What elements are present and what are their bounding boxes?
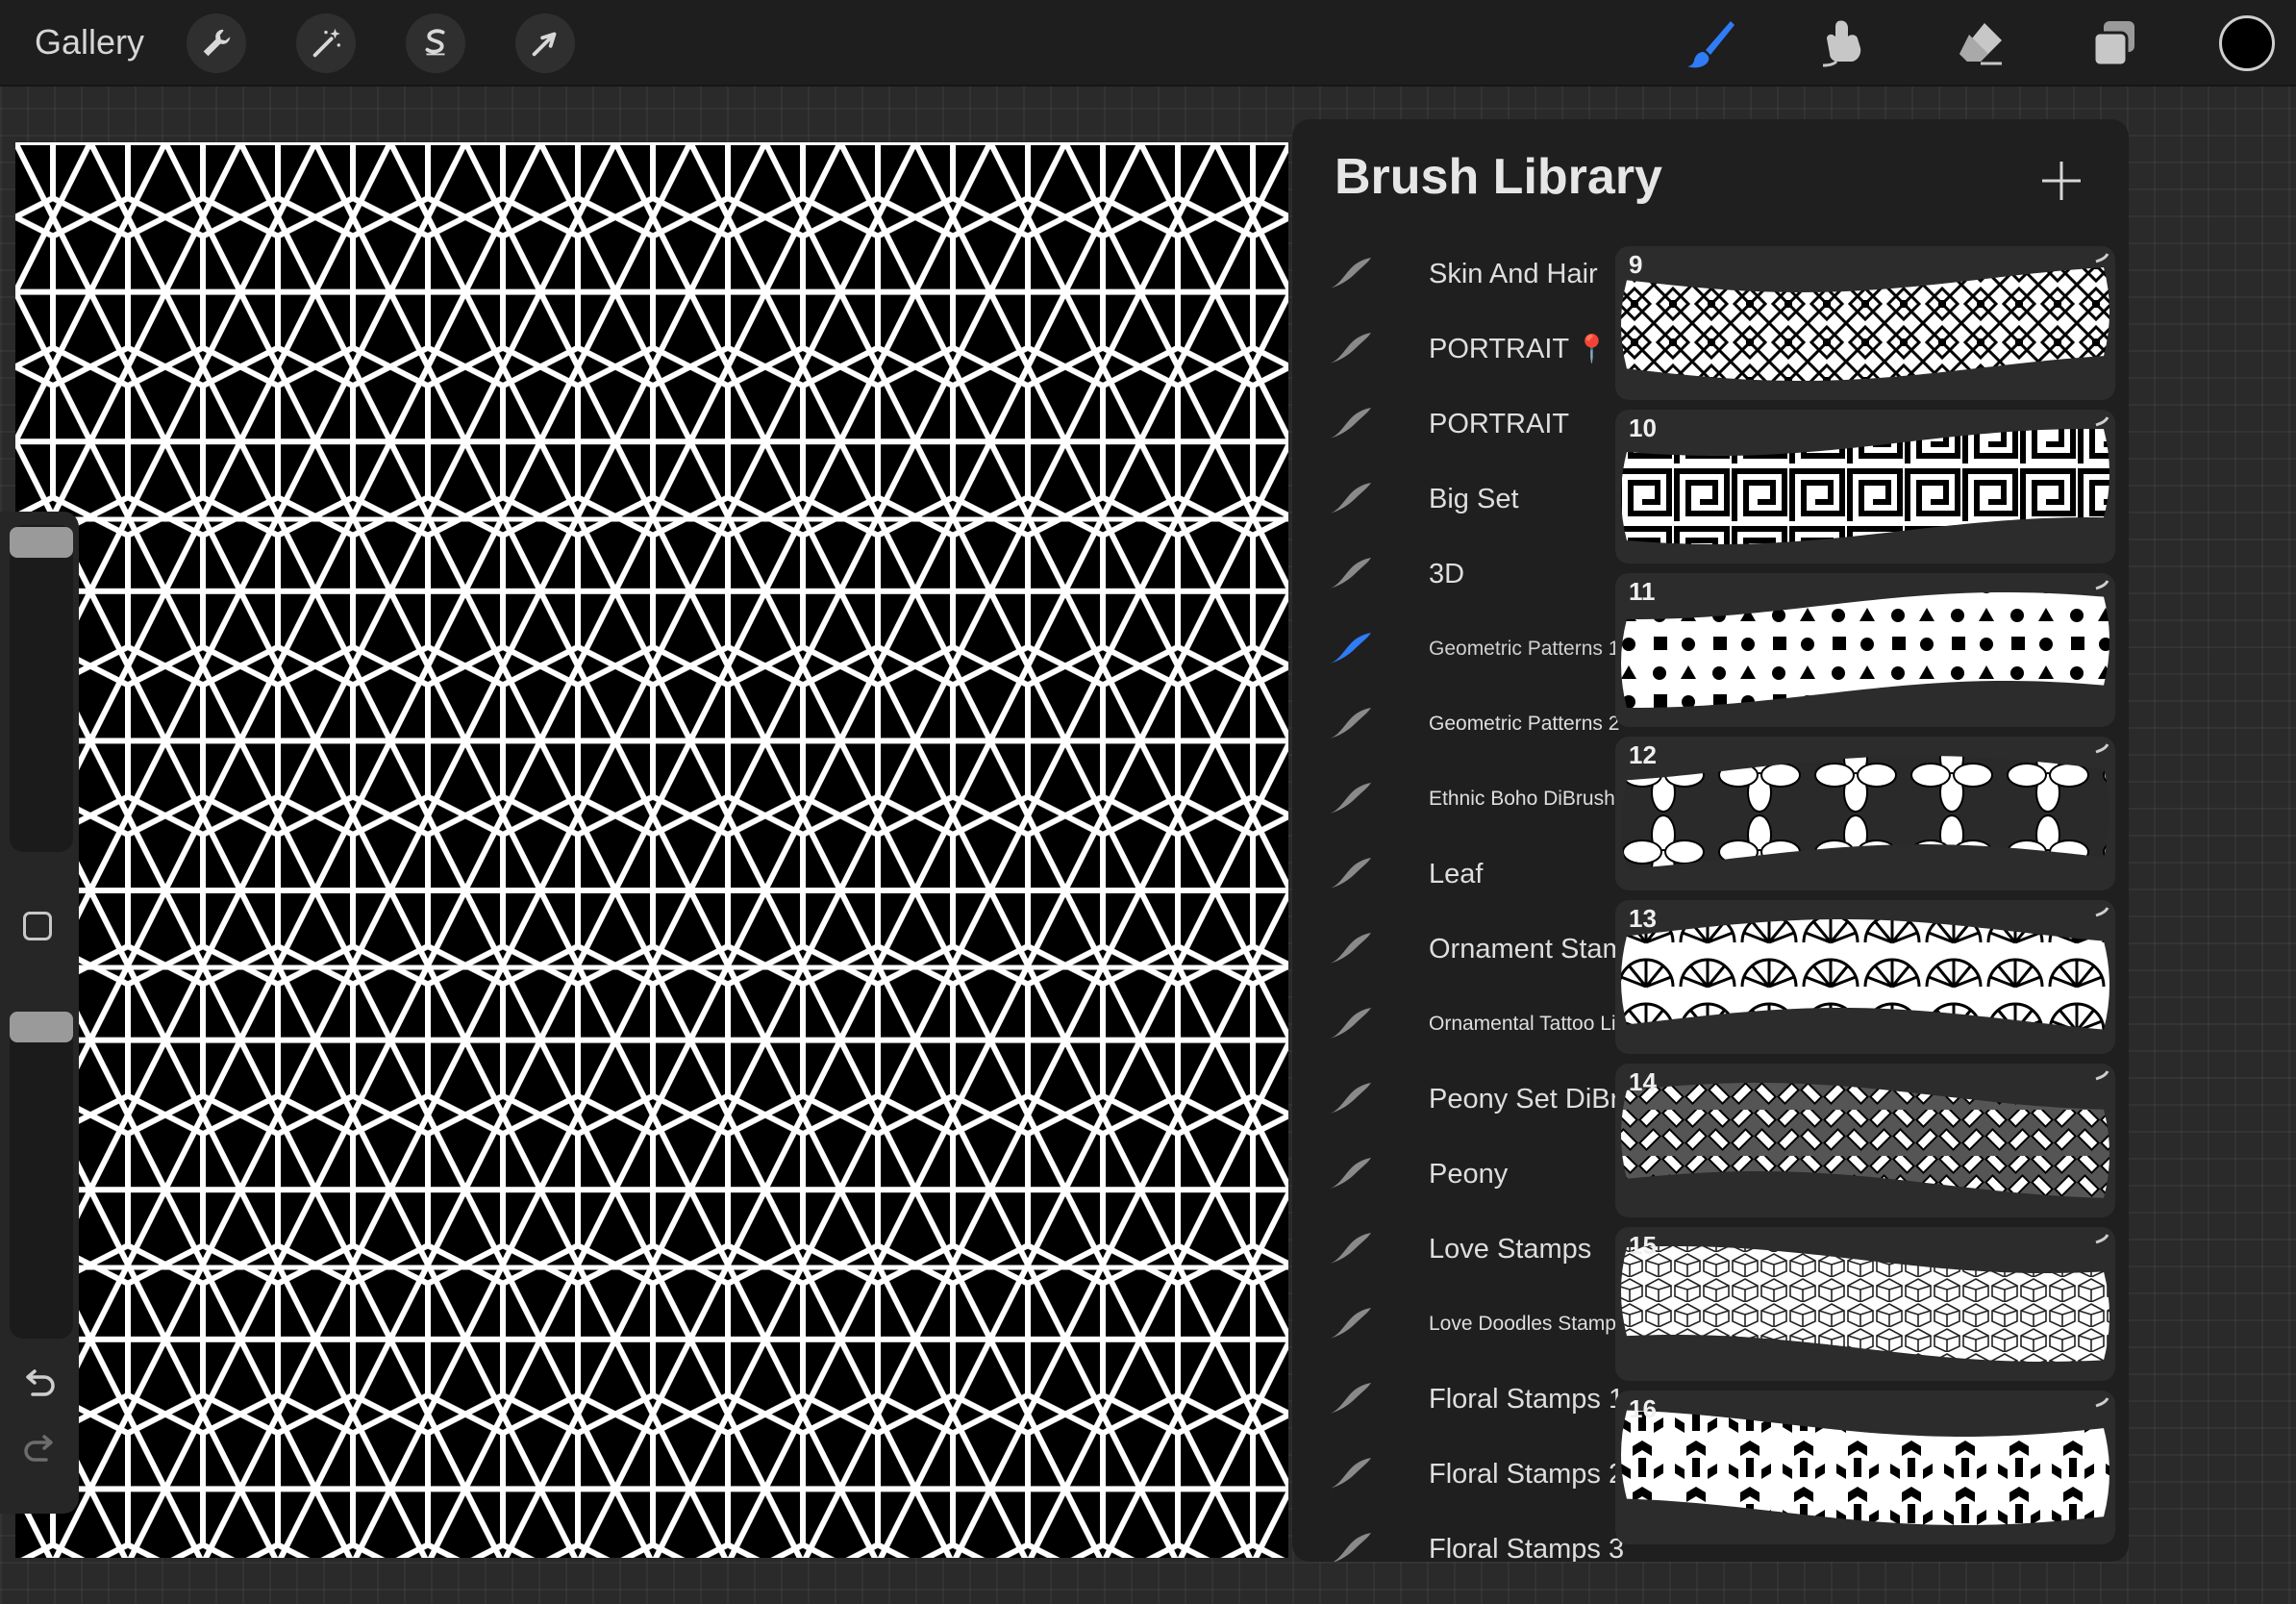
transform-button[interactable] — [515, 13, 575, 73]
gallery-button[interactable]: Gallery — [35, 17, 144, 67]
brush-preview-card[interactable]: 13 — [1615, 900, 2115, 1054]
brush-number: 9 — [1629, 250, 1643, 279]
brush-stroke-icon — [1329, 1083, 1371, 1114]
geometric-pattern-artwork — [15, 142, 1288, 1558]
top-toolbar: Gallery — [0, 0, 2296, 87]
transform-arrow-icon — [532, 32, 557, 57]
brush-stroke-preview — [1621, 743, 2109, 869]
brush-number: 10 — [1629, 414, 1657, 442]
brush-stroke-icon — [1329, 1308, 1371, 1339]
brush-set-label: PORTRAIT 📍 — [1429, 334, 1609, 364]
brush-tool-button[interactable] — [1679, 12, 1742, 75]
brush-set-label: Love Stamps — [1429, 1234, 1592, 1265]
brush-stroke-preview — [1621, 580, 2109, 708]
brush-stroke-icon — [1333, 1533, 1371, 1562]
brush-number: 14 — [1629, 1067, 1657, 1096]
opacity-slider[interactable] — [10, 1012, 73, 1339]
brush-number: 13 — [1629, 904, 1657, 933]
actions-button[interactable] — [187, 13, 246, 73]
brush-stroke-icon — [1329, 783, 1371, 814]
brush-size-slider[interactable] — [10, 525, 73, 852]
brush-preview-card[interactable]: 9 — [1615, 246, 2115, 400]
brush-stroke-icon — [1329, 333, 1371, 363]
eraser-tool-button[interactable] — [1948, 12, 2011, 75]
brush-preview-card[interactable]: 11 — [1615, 573, 2115, 727]
color-picker-swatch[interactable] — [2219, 15, 2275, 71]
brush-stroke-preview — [1621, 253, 2109, 381]
brush-preview-card[interactable]: 15 — [1615, 1227, 2115, 1381]
brush-stroke-icon — [1329, 558, 1371, 589]
redo-icon[interactable] — [19, 1431, 60, 1471]
brush-stroke-preview — [1621, 416, 2109, 544]
brush-preview-card[interactable]: 14 — [1615, 1064, 2115, 1217]
magic-wand-icon — [312, 28, 341, 58]
brush-number: 12 — [1629, 740, 1657, 769]
brush-stroke-icon — [1329, 483, 1371, 514]
eraser-icon — [1959, 23, 2002, 65]
pin-icon: 📍 — [1575, 334, 1609, 363]
brush-stroke-preview — [1621, 1234, 2109, 1362]
brush-set-label: Geometric Patterns 2 — [1429, 713, 1620, 735]
brush-number: 11 — [1629, 577, 1656, 606]
undo-icon[interactable] — [19, 1366, 60, 1406]
brush-stroke-icon — [1329, 858, 1371, 889]
brush-preview-card[interactable]: 12 — [1615, 737, 2115, 890]
selection-button[interactable] — [406, 13, 465, 73]
add-brush-plus-icon[interactable] — [2038, 158, 2084, 204]
adjustments-button[interactable] — [296, 13, 356, 73]
brush-preview-card[interactable]: 10 — [1615, 410, 2115, 564]
brush-preview-card[interactable]: 16 — [1615, 1391, 2115, 1544]
brush-set-label: Skin And Hair — [1429, 259, 1598, 289]
brush-stroke-icon — [1329, 1458, 1371, 1489]
brush-stroke-icon — [1329, 708, 1371, 739]
brush-set-label: Floral Stamps 2 — [1429, 1459, 1625, 1490]
smudge-tool-button[interactable] — [1813, 12, 1877, 75]
brush-set-label: Ornamental Tattoo Li... — [1429, 1013, 1634, 1035]
brush-set-label: Ethnic Boho DiBrush — [1429, 788, 1615, 810]
brush-size-slider-thumb[interactable] — [10, 527, 73, 558]
selection-s-icon — [425, 29, 445, 56]
brush-set-label: Geometric Patterns 1 — [1429, 638, 1620, 660]
brush-stroke-icon — [1329, 933, 1371, 964]
brush-stroke-icon — [1329, 1008, 1371, 1039]
brush-set-label: Floral Stamps 1 — [1429, 1384, 1625, 1415]
brush-set-label: Peony — [1429, 1159, 1509, 1190]
brush-stroke-preview — [1621, 907, 2109, 1030]
left-sidebar — [0, 512, 79, 1514]
brush-stroke-icon — [1329, 258, 1371, 288]
brush-stroke-icon — [1329, 1233, 1371, 1264]
opacity-slider-thumb[interactable] — [10, 1012, 73, 1042]
brush-number: 16 — [1629, 1394, 1657, 1423]
brush-set-label: Love Doodles Stamps — [1429, 1313, 1627, 1335]
brush-stroke-icon — [1329, 1383, 1371, 1414]
wrench-icon — [203, 29, 231, 57]
brush-set-label: Big Set — [1429, 484, 1519, 514]
brush-stroke-preview — [1621, 1070, 2109, 1198]
drawing-canvas[interactable] — [15, 142, 1288, 1558]
smudge-icon — [1822, 20, 1861, 67]
brush-stroke-icon — [1329, 633, 1371, 664]
layers-button[interactable] — [2083, 12, 2146, 75]
brush-stroke-icon — [1329, 1158, 1371, 1189]
brush-icon — [1687, 21, 1734, 68]
brush-set-label: Leaf — [1429, 859, 1484, 890]
brush-stroke-preview — [1621, 1397, 2109, 1525]
modify-button[interactable] — [23, 912, 52, 940]
brush-library-panel: Brush Library Skin And Hair PORTRAIT 📍 PORT… — [1292, 119, 2129, 1562]
layers-icon — [2092, 21, 2134, 67]
brush-set-label: PORTRAIT — [1429, 409, 1570, 439]
brush-set-label: 3D — [1429, 559, 1465, 589]
brush-stroke-icon — [1329, 408, 1371, 439]
brush-number: 15 — [1629, 1231, 1657, 1260]
brush-set-label: Floral Stamps 3 — [1429, 1534, 1625, 1562]
brush-library-title: Brush Library — [1335, 149, 1662, 205]
